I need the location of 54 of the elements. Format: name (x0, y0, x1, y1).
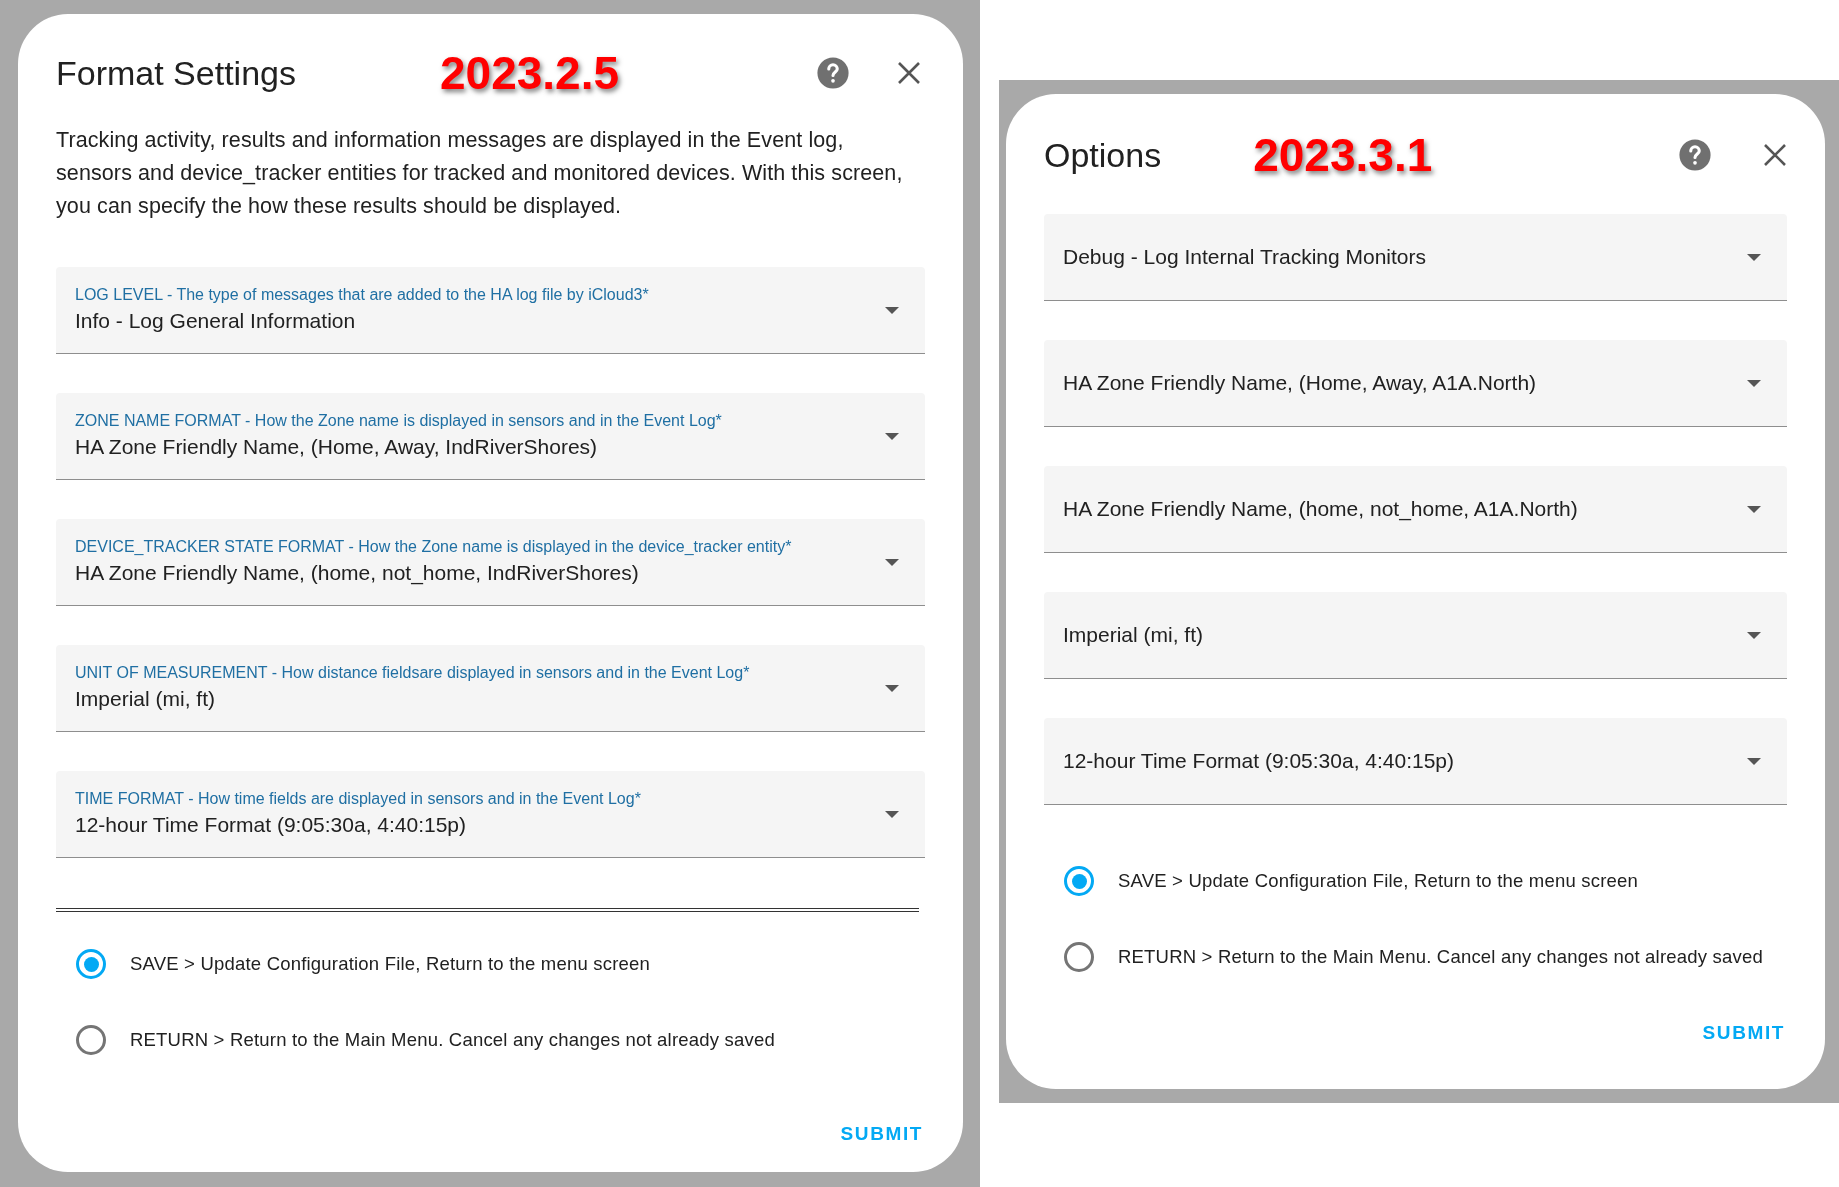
field-label: ZONE NAME FORMAT - How the Zone name is displayed in sensors and in the Event Log* (75, 411, 723, 431)
version-label: 2023.2.5 (440, 45, 620, 101)
dialog-title: Format Settings (56, 52, 296, 94)
field-label: UNIT OF MEASUREMENT - How distance fieldsare displayed in sensors and in the Event Log* (75, 663, 751, 683)
caret-icon (1747, 631, 1761, 639)
dialog-title: Options (1044, 134, 1162, 176)
field-value: Imperial (mi, ft) (1063, 622, 1204, 648)
close-icon (897, 61, 921, 85)
version-label: 2023.3.1 (1253, 127, 1433, 183)
dropdown-field[interactable]: UNIT OF MEASUREMENT - How distance fieldsare displayed in sensors and in the Event Log* Imperial (mi, ft) (56, 645, 925, 732)
description-text: Tracking activity, results and information messages are displayed in the Event log, sensors and device_tracker entities for tracked and monitored devices. With this screen, you can specify the how these results should be displayed. (56, 127, 904, 220)
help-button[interactable] (815, 55, 851, 91)
help-icon (816, 56, 850, 90)
dropdown-field[interactable]: Debug - Log Internal Tracking Monitors (1044, 214, 1787, 301)
dropdown-field[interactable]: HA Zone Friendly Name, (home, not_home, A1A.North) (1044, 466, 1787, 553)
caret-icon (1747, 253, 1761, 261)
dropdown-field[interactable]: 12-hour Time Format (9:05:30a, 4:40:15p) (1044, 718, 1787, 805)
radio-button[interactable] (76, 1025, 106, 1055)
field-label: DEVICE_TRACKER STATE FORMAT - How the Zone name is displayed in the device_tracker entity* (75, 537, 793, 557)
dropdown-field[interactable]: LOG LEVEL - The type of messages that are added to the HA log file by iCloud3* Info - Log General Information (56, 267, 925, 354)
dropdown-field[interactable]: HA Zone Friendly Name, (Home, Away, A1A.North) (1044, 340, 1787, 427)
radio-button[interactable] (1064, 866, 1094, 896)
dropdown-field[interactable]: DEVICE_TRACKER STATE FORMAT - How the Zone name is displayed in the device_tracker entity* HA Zone Friendly Name, (home, not_home, IndRiverShores) (56, 519, 925, 606)
field-value: Debug - Log Internal Tracking Monitors (1063, 244, 1428, 270)
radio-label: RETURN > Return to the Main Menu. Cancel any changes not already saved (1118, 945, 1763, 970)
field-value: 12-hour Time Format (9:05:30a, 4:40:15p) (75, 812, 468, 838)
dropdown-field[interactable]: TIME FORMAT - How time fields are displayed in sensors and in the Event Log* 12-hour Time Format (9:05:30a, 4:40:15p) (56, 771, 925, 858)
caret-icon (885, 306, 899, 314)
field-value: HA Zone Friendly Name, (Home, Away, A1A.North) (1063, 370, 1538, 396)
close-icon (1763, 143, 1787, 167)
field-value: Imperial (mi, ft) (75, 686, 216, 712)
caret-icon (1747, 505, 1761, 513)
field-value: Info - Log General Information (75, 308, 357, 334)
help-button[interactable] (1677, 137, 1713, 173)
caret-icon (885, 810, 899, 818)
caret-icon (1747, 379, 1761, 387)
caret-icon (885, 558, 899, 566)
radio-label: SAVE > Update Configuration File, Return to the menu screen (130, 952, 650, 977)
field-value: HA Zone Friendly Name, (home, not_home, A1A.North) (1063, 496, 1579, 523)
caret-icon (885, 432, 899, 440)
radio-button[interactable] (76, 949, 106, 979)
help-icon (1678, 138, 1712, 172)
radio-button[interactable] (1064, 942, 1094, 972)
field-label: TIME FORMAT - How time fields are displayed in sensors and in the Event Log* (75, 789, 642, 809)
dropdown-field[interactable]: Imperial (mi, ft) (1044, 592, 1787, 679)
radio-label: SAVE > Update Configuration File, Return to the menu screen (1118, 869, 1638, 894)
field-label: LOG LEVEL - The type of messages that are added to the HA log file by iCloud3* (75, 285, 650, 305)
field-value: 12-hour Time Format (9:05:30a, 4:40:15p) (1063, 748, 1456, 774)
field-value: HA Zone Friendly Name, (home, not_home, IndRiverShores) (75, 560, 640, 587)
dropdown-field[interactable]: ZONE NAME FORMAT - How the Zone name is displayed in sensors and in the Event Log* HA Zone Friendly Name, (Home, Away, IndRiverShores) (56, 393, 925, 480)
caret-icon (1747, 757, 1761, 765)
caret-icon (885, 684, 899, 692)
radio-label: RETURN > Return to the Main Menu. Cancel any changes not already saved (130, 1028, 775, 1053)
field-value: HA Zone Friendly Name, (Home, Away, IndRiverShores) (75, 434, 599, 460)
